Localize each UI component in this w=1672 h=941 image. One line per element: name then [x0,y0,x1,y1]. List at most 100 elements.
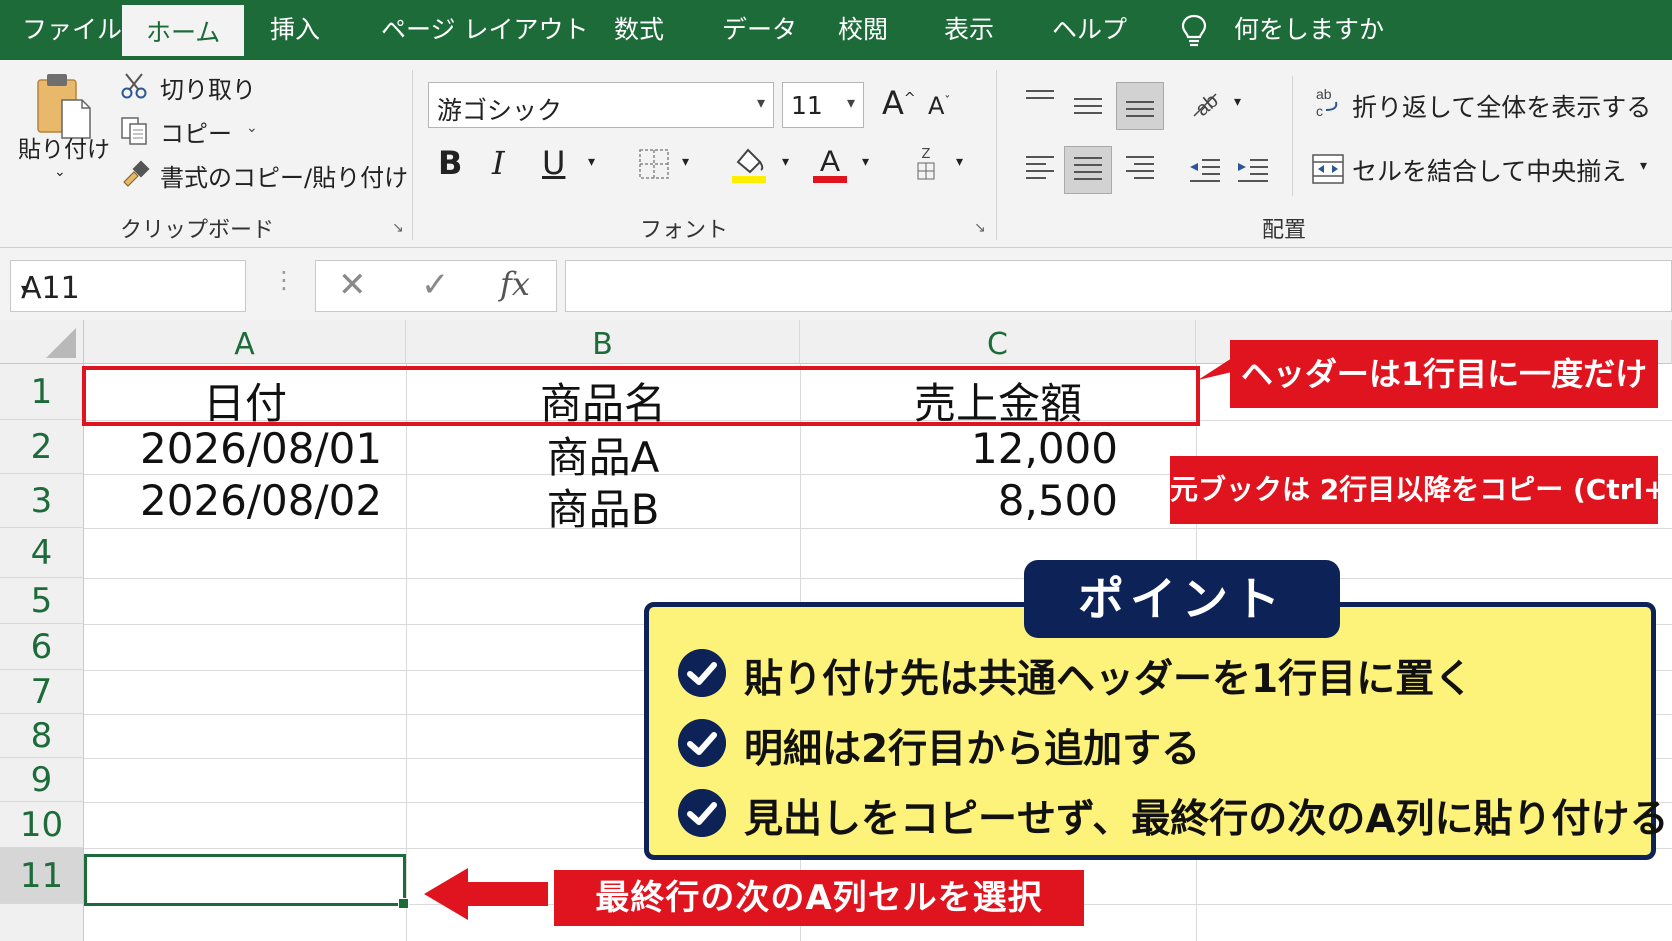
orientation-icon[interactable]: ab [1188,86,1222,120]
merge-dropdown-arrow[interactable]: ▾ [1640,158,1647,174]
row-header-9[interactable]: 9 [0,758,84,802]
select-all-triangle-icon [46,328,76,358]
fill-color-dropdown-arrow[interactable]: ▾ [782,154,789,170]
row-header-5[interactable]: 5 [0,578,84,624]
decrease-font-size-icon[interactable]: Aˇ [928,92,950,120]
tab-review[interactable]: 校閲 [838,0,888,60]
cell-a3[interactable]: 2026/08/02 [140,476,382,525]
column-header-b[interactable]: B [406,320,800,364]
orientation-dropdown-arrow[interactable]: ▾ [1234,94,1241,110]
formula-input[interactable] [565,260,1672,312]
align-left-icon[interactable] [1026,156,1054,184]
formula-buttons: ✕ ✓ fx [315,260,557,312]
phonetic-dropdown-arrow[interactable]: ▾ [956,154,963,170]
tab-help[interactable]: ヘルプ [1052,0,1127,60]
fill-color-icon[interactable] [730,144,768,184]
left-arrow-icon [424,868,548,920]
underline-button[interactable]: U [542,144,565,182]
paste-label[interactable]: 貼り付け [18,130,110,164]
cell-a2[interactable]: 2026/08/01 [140,424,382,473]
bold-button[interactable]: B [438,144,462,182]
svg-text:Z: Z [922,147,931,162]
point-title: ポイント [1024,560,1340,638]
tab-insert[interactable]: 挿入 [270,0,320,60]
row-header-6[interactable]: 6 [0,624,84,670]
row-header-2[interactable]: 2 [0,420,84,474]
tab-page-layout[interactable]: ページ レイアウト [381,0,588,60]
align-top-icon[interactable] [1026,90,1054,104]
enter-check-icon[interactable]: ✓ [421,265,450,305]
formula-bar: A11 ▾ ⋮ ✕ ✓ fx [0,248,1672,320]
row-header-11[interactable]: 11 [0,848,84,904]
font-name-dropdown[interactable]: 游ゴシック ▾ [428,82,774,128]
svg-text:A: A [820,145,840,178]
column-header-a[interactable]: A [84,320,406,364]
point-item-text: 貼り付け先は共通ヘッダーを1行目に置く [744,657,1474,702]
tell-me-search[interactable]: 何をしますか [1234,0,1384,60]
check-circle-icon [678,649,726,697]
merge-center-button[interactable]: セルを結合して中央揃え [1352,152,1626,188]
row-header-12[interactable] [0,904,84,941]
row-header-3[interactable]: 3 [0,474,84,528]
format-painter-button[interactable]: 書式のコピー/貼り付け [160,158,408,193]
cut-button[interactable]: 切り取り [160,70,256,105]
decrease-indent-icon[interactable] [1188,156,1222,184]
header-row-highlight [82,366,1200,426]
align-right-icon[interactable] [1126,156,1154,184]
copy-button[interactable]: コピー [160,114,232,149]
row-header-7[interactable]: 7 [0,670,84,714]
font-size-dropdown[interactable]: 11 ▾ [782,82,864,128]
align-center-button[interactable] [1064,146,1112,194]
format-painter-icon[interactable] [120,160,150,188]
cell-b3[interactable]: 商品B [406,476,800,537]
row-header-8[interactable]: 8 [0,714,84,758]
point-item-text: 見出しをコピーせず、最終行の次のA列に貼り付ける [744,797,1669,842]
borders-icon[interactable] [638,148,670,180]
font-color-icon[interactable]: A [810,144,850,184]
underline-dropdown-arrow[interactable]: ▾ [588,154,595,170]
selected-cell-a11[interactable] [84,854,409,909]
cell-c2[interactable]: 12,000 [800,424,1118,473]
italic-button[interactable]: I [492,144,505,182]
tab-formulas[interactable]: 数式 [614,0,664,60]
tab-data[interactable]: データ [722,0,797,60]
clipboard-dialog-launcher[interactable]: ↘ [392,220,404,236]
align-middle-icon[interactable] [1074,98,1102,119]
select-all-corner[interactable] [0,320,84,364]
chevron-down-icon: ▾ [756,93,765,112]
phonetic-guide-icon[interactable]: Z [912,146,940,182]
clipboard-group-label: クリップボード [120,218,275,243]
tab-view[interactable]: 表示 [944,0,994,60]
align-bottom-icon [1126,101,1154,122]
gridline [84,528,1672,529]
cancel-icon[interactable]: ✕ [338,265,367,305]
chevron-down-icon: ▾ [21,279,30,298]
copy-icon[interactable] [120,116,148,146]
align-bottom-button[interactable] [1116,82,1164,130]
tab-file[interactable]: ファイル [22,0,122,60]
merge-center-icon[interactable] [1312,154,1344,184]
font-color-dropdown-arrow[interactable]: ▾ [862,154,869,170]
paste-dropdown-arrow[interactable]: ⌄ [54,164,66,180]
row-header-10[interactable]: 10 [0,802,84,848]
increase-indent-icon[interactable] [1236,156,1270,184]
insert-function-icon[interactable]: fx [500,265,530,303]
borders-dropdown-arrow[interactable]: ▾ [682,154,689,170]
wrap-text-icon[interactable]: ab c [1314,86,1342,118]
row-header-4[interactable]: 4 [0,528,84,578]
wrap-text-button[interactable]: 折り返して全体を表示する [1352,88,1651,124]
ribbon-separator [996,70,997,240]
tab-home[interactable]: ホーム [122,5,245,60]
font-dialog-launcher[interactable]: ↘ [974,220,986,236]
scissors-icon[interactable] [120,72,148,100]
column-header-c[interactable]: C [800,320,1196,364]
copy-dropdown-arrow[interactable]: ⌄ [246,120,258,136]
fill-handle[interactable] [398,898,409,909]
check-circle-icon [678,789,726,837]
name-box[interactable]: A11 ▾ [10,260,246,312]
vertical-ellipsis-icon[interactable]: ⋮ [272,266,296,294]
cell-c3[interactable]: 8,500 [800,476,1118,525]
row-header-1[interactable]: 1 [0,364,84,420]
svg-text:c: c [1316,103,1323,118]
increase-font-size-icon[interactable]: A^ [882,84,916,122]
